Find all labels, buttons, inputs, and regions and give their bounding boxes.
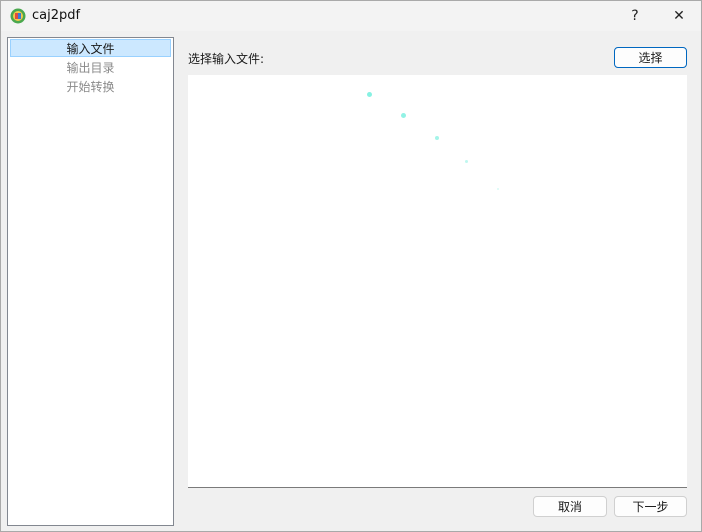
help-button[interactable]: ? xyxy=(613,1,657,31)
caj2pdf-app-icon xyxy=(10,8,26,24)
select-button-label: 选择 xyxy=(638,51,663,65)
spinner-dot xyxy=(497,188,499,190)
cancel-button[interactable]: 取消 xyxy=(533,496,607,517)
step-item-start-convert[interactable]: 开始转换 xyxy=(10,78,171,96)
step-label: 开始转换 xyxy=(66,80,115,94)
next-button[interactable]: 下一步 xyxy=(614,496,687,517)
caj2pdf-window: caj2pdf ? ✕ 输入文件 输出目录 开始转换 选择输入文件: 选择 取消… xyxy=(0,0,702,532)
next-button-label: 下一步 xyxy=(632,500,669,514)
input-file-label: 选择输入文件: xyxy=(188,52,265,66)
help-icon: ? xyxy=(631,8,639,24)
close-button[interactable]: ✕ xyxy=(657,1,701,31)
spinner-dot xyxy=(367,92,372,97)
spinner-dot xyxy=(401,113,406,118)
wizard-step-list: 输入文件 输出目录 开始转换 xyxy=(7,37,174,526)
title-bar: caj2pdf ? ✕ xyxy=(1,1,701,31)
window-title: caj2pdf xyxy=(32,8,81,23)
close-icon: ✕ xyxy=(673,8,685,24)
spinner-dot xyxy=(435,136,439,140)
step-label: 输出目录 xyxy=(66,61,115,75)
step-item-output-dir[interactable]: 输出目录 xyxy=(10,59,171,77)
step-item-input-file[interactable]: 输入文件 xyxy=(10,39,171,57)
step-label: 输入文件 xyxy=(66,42,115,56)
input-file-list[interactable] xyxy=(188,75,687,488)
cancel-button-label: 取消 xyxy=(557,500,582,514)
select-file-button[interactable]: 选择 xyxy=(614,47,687,68)
spinner-dot xyxy=(465,160,468,163)
